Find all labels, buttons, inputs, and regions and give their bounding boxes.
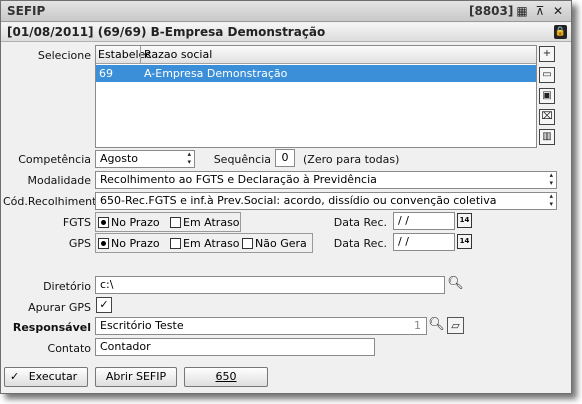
cod-recolhimento-select[interactable]: 650-Rec.FGTS e inf.à Prev.Social: acordo… [95, 192, 557, 210]
gps-option-no-prazo[interactable]: No Prazo [98, 237, 160, 250]
responsavel-code: 1 [414, 319, 421, 332]
modalidade-value: Recolhimento ao FGTS e Declaração à Prev… [100, 173, 377, 186]
contato-label: Contato [47, 342, 91, 355]
window-code: [8803] [469, 4, 514, 18]
abrir-sefip-label: Abrir SEFIP [105, 370, 167, 383]
responsavel-label: Responsável [12, 321, 91, 334]
contato-value: Contador [100, 340, 151, 353]
page-icon[interactable]: ▭ [539, 67, 555, 83]
gps-option-nao-gera[interactable]: Não Gera [242, 237, 307, 250]
pin-icon[interactable]: ⊼ [533, 4, 547, 18]
code-650-label: 650 [215, 370, 237, 383]
competencia-select[interactable]: Agosto [95, 150, 195, 168]
radio[interactable] [170, 217, 181, 228]
window-title: SEFIP [7, 4, 46, 18]
fgts-data-rec-label: Data Rec. [333, 216, 387, 229]
executar-button[interactable]: ✓ Executar [4, 367, 88, 387]
fgts-option-label: Em Atraso [183, 216, 240, 229]
table-row[interactable]: 69 A-Empresa Demonstração [96, 65, 536, 82]
radio[interactable] [170, 238, 181, 249]
gps-data-rec-label: Data Rec. [333, 237, 387, 250]
apurar-gps-label: Apurar GPS [28, 301, 91, 314]
responsavel-input[interactable]: Escritório Teste 1 [95, 317, 427, 335]
gps-option-label: Não Gera [255, 237, 307, 250]
sequencia-label: Sequência [213, 153, 271, 166]
radio-selected[interactable] [98, 217, 109, 228]
calendar-icon[interactable]: 14 [457, 213, 472, 228]
delete-icon[interactable]: ▥ [539, 129, 555, 145]
competencia-label: Competência [18, 153, 91, 166]
modalidade-label: Modalidade [27, 174, 91, 187]
check-icon: ✓ [10, 370, 20, 383]
contato-input[interactable]: Contador [95, 338, 375, 356]
column-divider[interactable] [140, 46, 141, 64]
fgts-option-em-atraso[interactable]: Em Atraso [170, 216, 240, 229]
radio-selected[interactable] [98, 238, 109, 249]
calendar-icon[interactable]: 14 [457, 234, 472, 249]
gps-option-em-atraso[interactable]: Em Atraso [170, 237, 240, 250]
diretorio-input[interactable]: c:\ [95, 276, 445, 294]
save-icon[interactable]: ▣ [539, 88, 555, 104]
selecione-label: Selecione [37, 49, 91, 62]
gps-option-label: No Prazo [111, 237, 160, 250]
sequencia-value: 0 [281, 151, 289, 164]
code-650-button[interactable]: 650 [184, 367, 268, 387]
company-header: [01/08/2011] (69/69) B-Empresa Demonstra… [1, 23, 571, 42]
gps-option-label: Em Atraso [183, 237, 240, 250]
search-icon[interactable]: 🔍︎ [428, 317, 445, 334]
cod-recolhimento-label: Cód.Recolhimento [3, 195, 104, 208]
cell-razao-social: A-Empresa Demonstração [144, 67, 288, 80]
gps-label: GPS [68, 237, 91, 250]
fgts-data-rec-input[interactable]: / / [393, 212, 455, 230]
fgts-label: FGTS [62, 216, 91, 229]
fgts-option-no-prazo[interactable]: No Prazo [98, 216, 160, 229]
abrir-sefip-button[interactable]: Abrir SEFIP [95, 367, 177, 387]
open-folder-icon[interactable]: ⌧ [539, 109, 555, 125]
fgts-radio-group: No Prazo Em Atraso [95, 212, 241, 232]
cell-estabelec: 69 [99, 67, 113, 80]
table-header: Estabelec Razao social [96, 46, 536, 64]
diretorio-value: c:\ [100, 278, 114, 291]
column-header-razao[interactable]: Razao social [144, 48, 212, 61]
apurar-gps-checkbox[interactable]: ✓ [96, 297, 112, 313]
sefip-window: SEFIP [8803] ▦ ⊼ ✕ [01/08/2011] (69/69) … [0, 0, 572, 394]
gps-data-rec-value: / / [398, 235, 409, 248]
add-icon[interactable]: + [539, 46, 555, 62]
open-folder-icon[interactable]: ▱ [447, 317, 464, 334]
diretorio-label: Diretório [43, 280, 91, 293]
executar-label: Executar [28, 370, 78, 383]
title-bar: SEFIP [8803] ▦ ⊼ ✕ [1, 1, 571, 22]
cod-recolhimento-value: 650-Rec.FGTS e inf.à Prev.Social: acordo… [100, 194, 497, 207]
establishment-table[interactable]: Estabelec Razao social 69 A-Empresa Demo… [95, 45, 537, 148]
sequencia-hint: (Zero para todas) [303, 153, 400, 166]
responsavel-value: Escritório Teste [100, 319, 184, 332]
search-icon[interactable]: 🔍︎ [447, 276, 464, 293]
close-icon[interactable]: ✕ [551, 4, 565, 18]
radio[interactable] [242, 238, 253, 249]
competencia-value: Agosto [100, 152, 139, 165]
grid-icon[interactable]: ▦ [515, 4, 529, 18]
lock-icon[interactable]: 🔒 [554, 25, 567, 39]
gps-data-rec-input[interactable]: / / [393, 233, 455, 251]
sequencia-input[interactable]: 0 [275, 149, 295, 167]
fgts-option-label: No Prazo [111, 216, 160, 229]
gps-radio-group: No Prazo Em Atraso Não Gera [95, 233, 313, 253]
company-title: [01/08/2011] (69/69) B-Empresa Demonstra… [7, 25, 326, 39]
fgts-data-rec-value: / / [398, 214, 409, 227]
modalidade-select[interactable]: Recolhimento ao FGTS e Declaração à Prev… [95, 171, 557, 189]
